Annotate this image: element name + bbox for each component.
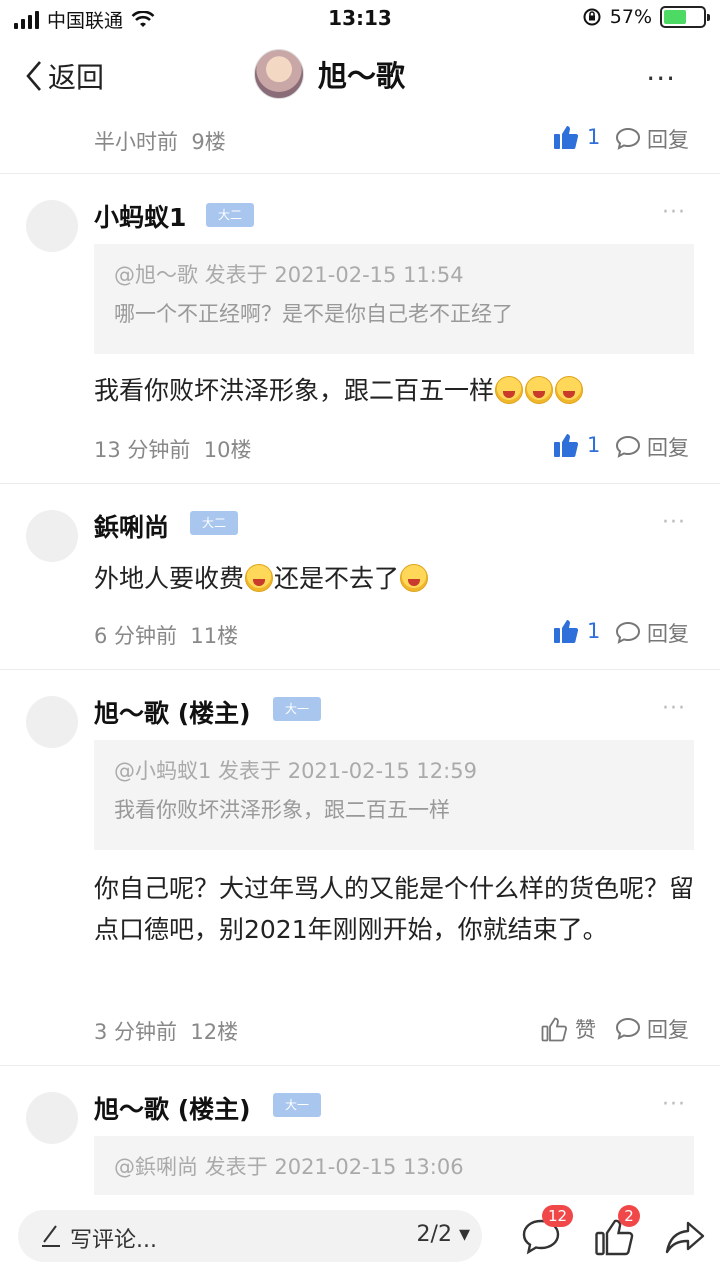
comment-item: 鋲唎尚 大二 ··· 外地人要收费 还是不去了 6 分钟前 11楼 1 回复 (0, 484, 720, 669)
avatar[interactable] (26, 1092, 78, 1144)
thumbs-up-filled-icon (554, 434, 579, 457)
commenter-name[interactable]: 旭～歌 (楼主) (94, 694, 251, 730)
back-label: 返回 (48, 61, 105, 94)
share-button[interactable] (664, 1217, 706, 1261)
battery-percent: 57% (609, 6, 652, 28)
quote-header: @鋲唎尚 发表于 2021-02-15 13:06 (114, 1155, 464, 1179)
post-time: 半小时前 (94, 130, 178, 154)
speech-bubble-icon (615, 435, 641, 458)
commenter-name[interactable]: 小蚂蚁1 (94, 198, 186, 234)
reply-label: 回复 (647, 436, 689, 460)
comment-input-placeholder: 写评论... (70, 1228, 157, 1253)
quote-body: 哪一个不正经啊？是不是你自己老不正经了 (114, 302, 513, 326)
reply-label: 回复 (647, 128, 689, 152)
post-floor: 9楼 (191, 130, 226, 154)
like-count: 1 (587, 619, 601, 643)
thumbs-up-filled-icon (554, 126, 579, 149)
nav-user[interactable]: 旭～歌 (254, 49, 405, 99)
commenter-name[interactable]: 旭～歌 (楼主) (94, 1090, 251, 1126)
thumbs-up-filled-icon (554, 620, 579, 643)
like-count-badge: 2 (618, 1205, 640, 1227)
comment-floor: 11楼 (190, 624, 239, 648)
like-button[interactable]: 赞 (541, 1014, 596, 1044)
reply-label: 回复 (647, 622, 689, 646)
back-button[interactable]: 返回 (24, 56, 104, 96)
page-selector[interactable]: 2/2 ▾ (417, 1222, 470, 1247)
avatar[interactable] (26, 696, 78, 748)
comment-item: 小蚂蚁1 大二 ··· @旭～歌 发表于 2021-02-15 11:54 哪一… (0, 174, 720, 484)
laughing-emoji-icon (400, 564, 429, 592)
page-title: 旭～歌 (318, 59, 406, 93)
comment-more-button[interactable]: ··· (662, 200, 686, 225)
like-label: 赞 (575, 1018, 596, 1042)
reply-button[interactable]: 回复 (615, 124, 689, 154)
like-button[interactable]: 1 (553, 124, 600, 150)
comment-floor: 10楼 (203, 438, 252, 462)
chevron-left-icon (26, 61, 41, 91)
quoted-reply[interactable]: @小蚂蚁1 发表于 2021-02-15 12:59 我看你败坏洪泽形象，跟二百… (94, 740, 694, 850)
quote-header: @小蚂蚁1 发表于 2021-02-15 12:59 (114, 759, 477, 783)
like-button[interactable]: 1 (553, 618, 600, 644)
rotation-lock-icon (583, 8, 601, 26)
comment-item: 旭～歌 (楼主) 大一 ··· @鋲唎尚 发表于 2021-02-15 13:0… (0, 1066, 720, 1195)
commenter-name[interactable]: 鋲唎尚 (94, 508, 169, 544)
reply-button[interactable]: 回复 (615, 618, 689, 648)
thumbs-up-outline-icon (541, 1017, 567, 1042)
comment-more-button[interactable]: ··· (662, 510, 686, 535)
comment-time: 13 分钟前 (94, 438, 191, 462)
pencil-icon (40, 1222, 62, 1254)
speech-bubble-icon (615, 127, 641, 150)
share-arrow-icon (665, 1221, 705, 1254)
comment-more-button[interactable]: ··· (662, 1092, 686, 1117)
laughing-emoji-icon (555, 376, 584, 404)
laughing-emoji-icon (525, 376, 554, 404)
comment-floor: 12楼 (190, 1020, 239, 1044)
comments-button[interactable]: 12 (520, 1205, 574, 1261)
like-count: 1 (587, 433, 601, 457)
avatar[interactable] (26, 200, 78, 252)
reply-button[interactable]: 回复 (615, 432, 689, 462)
comment-input[interactable]: 写评论... 2/2 ▾ (18, 1210, 482, 1262)
more-options-button[interactable]: ··· (646, 62, 676, 95)
reply-label: 回复 (647, 1018, 689, 1042)
avatar[interactable] (254, 49, 304, 99)
nav-bar: 返回 旭～歌 ··· (0, 40, 720, 110)
post-meta-row: 半小时前 9楼 1 回复 (0, 120, 720, 160)
speech-bubble-icon (615, 1017, 641, 1040)
level-badge: 大二 (190, 511, 239, 535)
quote-body: 我看你败坏洪泽形象，跟二百五一样 (114, 798, 450, 822)
status-bar: 中国联通 13:13 57% (0, 0, 720, 40)
like-count: 1 (587, 125, 601, 149)
quoted-reply[interactable]: @旭～歌 发表于 2021-02-15 11:54 哪一个不正经啊？是不是你自己… (94, 244, 694, 354)
battery-charging-icon (660, 6, 710, 28)
level-badge: 大二 (206, 203, 255, 227)
smirk-emoji-icon (245, 564, 274, 592)
comment-time: 3 分钟前 (94, 1020, 178, 1044)
comment-count-badge: 12 (542, 1205, 574, 1227)
like-post-button[interactable]: 2 (594, 1205, 640, 1261)
speech-bubble-icon (615, 621, 641, 644)
avatar[interactable] (26, 510, 78, 562)
laughing-emoji-icon (495, 376, 524, 404)
reply-button[interactable]: 回复 (615, 1014, 689, 1044)
comment-text: 外地人要收费 还是不去了 (94, 558, 694, 599)
comment-more-button[interactable]: ··· (662, 696, 686, 721)
level-badge: 大一 (273, 1093, 322, 1117)
level-badge: 大一 (273, 697, 322, 721)
comment-text: 你自己呢？大过年骂人的又能是个什么样的货色呢？留点口德吧，别2021年刚刚开始，… (94, 874, 695, 944)
comment-list: 半小时前 9楼 1 回复 小蚂蚁1 大二 ··· @旭～歌 发表于 2021-0… (0, 110, 720, 1195)
comment-time: 6 分钟前 (94, 624, 178, 648)
like-button[interactable]: 1 (553, 432, 600, 458)
bottom-bar: 写评论... 2/2 ▾ 12 2 (0, 1195, 720, 1280)
comment-item: 旭～歌 (楼主) 大一 ··· @小蚂蚁1 发表于 2021-02-15 12:… (0, 670, 720, 1065)
quote-header: @旭～歌 发表于 2021-02-15 11:54 (114, 263, 464, 287)
quoted-reply[interactable]: @鋲唎尚 发表于 2021-02-15 13:06 (94, 1136, 694, 1195)
comment-text: 我看你败坏洪泽形象，跟二百五一样 (94, 370, 694, 411)
